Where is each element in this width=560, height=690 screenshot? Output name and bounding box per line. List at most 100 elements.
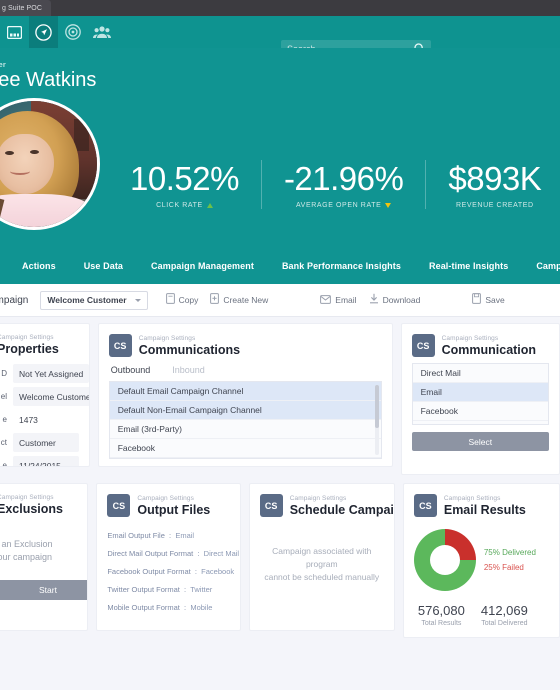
copy-icon <box>165 291 175 309</box>
communications-tabs: Outbound Inbound <box>109 365 382 375</box>
output-file-value: Email <box>175 531 195 540</box>
user-role: rketer <box>0 60 7 69</box>
list-item[interactable]: Email (3rd-Party) <box>109 420 381 439</box>
property-row: el Welcome Customer <box>0 387 89 406</box>
output-file-sep: : <box>181 585 189 594</box>
stat-total-results: 576,080 Total Results <box>418 603 465 627</box>
list-item[interactable]: Email <box>412 383 548 402</box>
output-file-row[interactable]: Email Output File : Email <box>107 531 229 540</box>
app-top-bar <box>0 16 560 57</box>
card-title-group: Campaign Settings Communications <box>139 335 240 357</box>
scrollbar-thumb[interactable] <box>374 385 379 429</box>
kpi-value: -21.96% <box>283 160 404 197</box>
output-files-rows: Email Output File : Email Direct Mail Ou… <box>107 531 239 612</box>
output-file-row[interactable]: Mobile Output Format : Mobile <box>107 603 229 612</box>
output-file-label: Direct Mail Output Format <box>107 549 194 558</box>
card-title-group: Campaign Settings Communication <box>442 335 536 357</box>
select-button[interactable]: Select <box>411 432 549 451</box>
channel-list[interactable]: Direct Mail Email Facebook Twitter <box>411 363 549 425</box>
trend-down-icon <box>385 203 392 208</box>
list-scrollbar[interactable] <box>374 385 379 455</box>
kpi-average-open-rate: -21.96% AVERAGE OPEN RATE <box>260 160 425 209</box>
output-file-sep: : <box>192 567 200 576</box>
nav-people-button[interactable] <box>87 16 116 48</box>
campaign-settings-badge: CS <box>107 494 131 517</box>
output-file-value: Mobile <box>190 603 213 612</box>
tab-campaign-effectiveness[interactable]: Campaign Effectiveness <box>522 261 560 271</box>
legend-failed: 25% Failed <box>483 563 524 572</box>
list-item[interactable]: Direct Mail <box>412 364 548 383</box>
trend-up-icon <box>206 203 213 208</box>
kpi-revenue-created: $893K REVENUE CREATED <box>425 160 560 209</box>
kpi-label-wrap: AVERAGE OPEN RATE <box>284 202 403 209</box>
legend-delivered: 75% Delivered <box>483 548 536 557</box>
campaign-select[interactable]: Welcome Customer <box>40 290 148 310</box>
copy-button[interactable]: Copy <box>165 291 198 309</box>
card-properties: Campaign Settings Properties D Not Yet A… <box>0 323 90 467</box>
start-button[interactable]: Start <box>0 580 88 600</box>
property-value[interactable]: Not Yet Assigned <box>13 364 89 383</box>
communications-list[interactable]: Default Email Campaign Channel Default N… <box>108 381 382 459</box>
output-file-row[interactable]: Facebook Output Format : Facebook <box>107 567 234 576</box>
output-file-row[interactable]: Twitter Output Format : Twitter <box>107 585 229 594</box>
property-value[interactable]: Welcome Customer <box>13 387 89 406</box>
card-title: Schedule Campaign <box>289 502 394 517</box>
email-button[interactable]: Email <box>320 291 357 309</box>
tab-real-time-insights[interactable]: Real-time Insights <box>415 261 522 271</box>
kpi-label: REVENUE CREATED <box>455 202 534 209</box>
browser-tab-title: g Suite POC <box>2 4 43 12</box>
list-item[interactable]: Facebook <box>109 439 381 458</box>
email-results-chart: 75% Delivered 25% Failed <box>413 529 549 591</box>
tab-outbound[interactable]: Outbound <box>111 365 151 375</box>
output-file-label: Email Output File <box>107 531 165 540</box>
kpi-label-wrap: CLICK RATE <box>130 202 239 209</box>
properties-rows: D Not Yet Assigned el Welcome Customer e… <box>0 364 89 466</box>
card-header: Campaign Settings Exclusions <box>0 494 77 516</box>
output-file-value: Twitter <box>190 585 213 594</box>
tab-campaign-management[interactable]: Campaign Management <box>137 261 268 271</box>
property-row: e 1473 <box>0 410 79 429</box>
exclusions-text-line1: Add an Exclusion <box>0 539 53 549</box>
list-item[interactable]: Default Email Campaign Channel <box>109 382 381 401</box>
output-file-row[interactable]: Direct Mail Output Format : Direct Mail <box>107 549 239 558</box>
download-button[interactable]: Download <box>369 291 421 309</box>
save-button[interactable]: Save <box>472 291 505 309</box>
card-row-1: Campaign Settings Properties D Not Yet A… <box>0 323 560 483</box>
stat-caption: Total Delivered <box>481 620 528 627</box>
chevron-down-icon <box>134 298 141 302</box>
tab-inbound[interactable]: Inbound <box>172 365 205 375</box>
nav-navigation-button[interactable] <box>29 16 58 48</box>
card-eyebrow: Campaign Settings <box>137 494 194 502</box>
toolbar-group-file: Copy Create New <box>165 291 268 309</box>
create-new-button[interactable]: Create New <box>210 291 268 309</box>
list-item[interactable]: Twitter <box>413 421 548 424</box>
output-file-value: Direct Mail <box>203 549 240 558</box>
email-results-stats: 576,080 Total Results 412,069 Total Deli… <box>414 603 549 627</box>
stat-caption: Total Results <box>421 620 462 627</box>
card-header: CS Campaign Settings Schedule Campaign <box>259 494 394 517</box>
card-title: Email Results <box>443 502 526 517</box>
tab-actions[interactable]: Actions <box>8 261 70 271</box>
list-item[interactable]: Default Non-Email Campaign Channel <box>109 401 381 420</box>
list-item[interactable]: Facebook <box>412 402 548 421</box>
nav-cards-button[interactable] <box>0 16 29 48</box>
nav-target-button[interactable] <box>58 16 87 48</box>
campaign-settings-badge: CS <box>411 334 435 357</box>
kpi-value: 10.52% <box>130 160 239 197</box>
property-value[interactable]: Customer <box>13 433 79 452</box>
download-label: Download <box>382 295 421 305</box>
save-icon <box>472 291 482 309</box>
browser-tab[interactable]: g Suite POC <box>0 0 52 16</box>
tab-use-data[interactable]: Use Data <box>70 261 137 271</box>
card-header: CS Campaign Settings Communication <box>411 334 549 357</box>
cards-icon <box>7 25 22 39</box>
campaign-settings-badge: CS <box>108 334 132 357</box>
card-eyebrow: Campaign Settings <box>289 494 347 502</box>
campaign-settings-badge: CS <box>413 494 437 517</box>
envelope-icon <box>320 291 332 309</box>
card-header: Campaign Settings Properties <box>0 334 79 356</box>
property-value[interactable]: 11/24/2015 <box>13 456 79 466</box>
schedule-message: Campaign associated with program cannot … <box>260 545 384 584</box>
tab-bank-performance-insights[interactable]: Bank Performance Insights <box>268 261 415 271</box>
toolbar-group-share: Email Download <box>320 291 420 309</box>
